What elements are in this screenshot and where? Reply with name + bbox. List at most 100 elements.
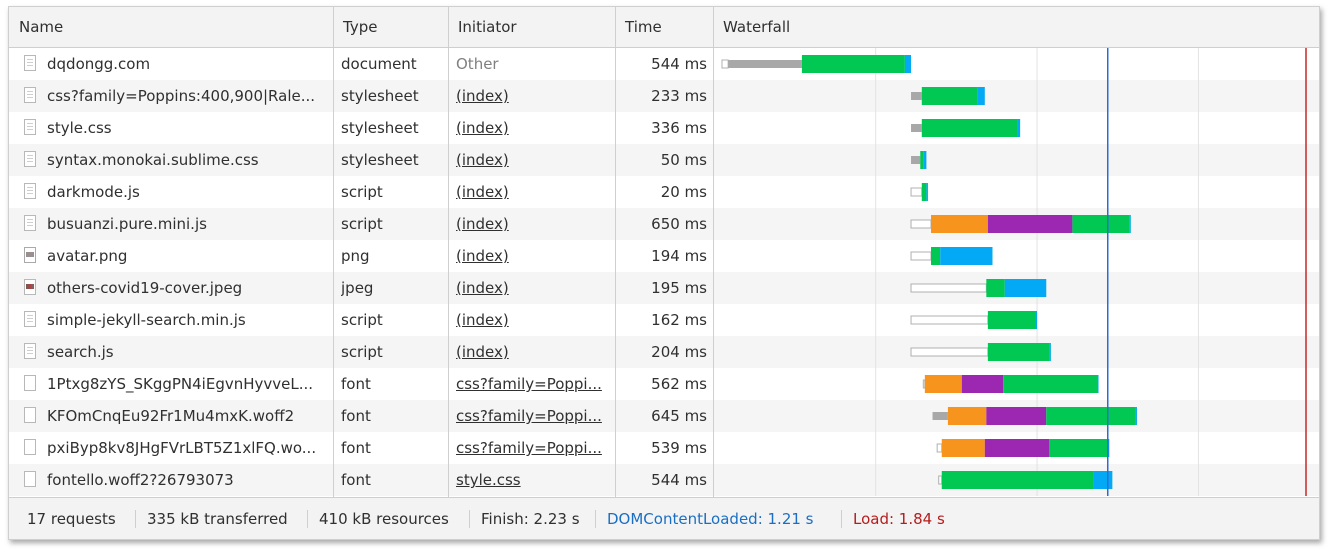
- waterfall-bar-waiting[interactable]: [921, 87, 978, 105]
- waterfall-bar-download[interactable]: [923, 151, 927, 169]
- initiator-link[interactable]: (index): [456, 176, 616, 208]
- request-type: font: [341, 375, 371, 393]
- waterfall-bar-download[interactable]: [904, 55, 912, 73]
- request-name: others-covid19-cover.jpeg: [47, 279, 243, 297]
- waterfall-bar-download[interactable]: [1129, 215, 1131, 233]
- waterfall-bar-download[interactable]: [1035, 311, 1038, 329]
- request-time: 544 ms: [651, 55, 707, 73]
- waterfall-bar-dns[interactable]: [924, 375, 962, 393]
- waterfall-bar-ssl[interactable]: [987, 215, 1073, 233]
- request-name: busuanzi.pure.mini.js: [47, 215, 207, 233]
- column-header-waterfall[interactable]: Waterfall: [713, 7, 1013, 47]
- waterfall-bar-queue[interactable]: [910, 219, 932, 229]
- waterfall-bar-stalled[interactable]: [911, 92, 922, 100]
- waterfall-bar-waiting[interactable]: [920, 151, 924, 169]
- waterfall-bar-download[interactable]: [1049, 343, 1051, 361]
- initiator-link[interactable]: (index): [456, 272, 616, 304]
- blank-icon: [24, 439, 36, 455]
- waterfall-bar-waiting[interactable]: [987, 343, 1050, 361]
- request-type: script: [341, 343, 383, 361]
- column-header-initiator[interactable]: Initiator: [448, 7, 615, 47]
- waterfall-bar-ssl[interactable]: [961, 375, 1004, 393]
- waterfall-bar-queue[interactable]: [936, 443, 943, 453]
- waterfall-bar-queue[interactable]: [910, 315, 989, 325]
- request-type: font: [341, 439, 371, 457]
- request-type: font: [341, 471, 371, 489]
- waterfall-bar-waiting[interactable]: [1003, 375, 1097, 393]
- waterfall-bar-download[interactable]: [1017, 119, 1021, 137]
- waterfall-bar-queue[interactable]: [938, 475, 943, 485]
- transferred-size: 335 kB transferred: [147, 510, 288, 528]
- request-type: document: [341, 55, 417, 73]
- request-time: 539 ms: [651, 439, 707, 457]
- column-header-type[interactable]: Type: [333, 7, 448, 47]
- request-time: 650 ms: [651, 215, 707, 233]
- initiator-link[interactable]: css?family=Poppi...: [456, 400, 616, 432]
- waterfall-bar-stalled[interactable]: [911, 124, 922, 132]
- waterfall-bar-waiting[interactable]: [1049, 439, 1108, 457]
- waterfall-bar-queue[interactable]: [922, 379, 926, 389]
- request-name: style.css: [47, 119, 112, 137]
- column-header-time[interactable]: Time: [615, 7, 713, 47]
- waterfall-bar-dns[interactable]: [941, 439, 985, 457]
- waterfall-bar-waiting[interactable]: [986, 279, 1005, 297]
- waterfall-bar-queue[interactable]: [910, 283, 987, 293]
- initiator-link[interactable]: (index): [456, 336, 616, 368]
- waterfall-bar-waiting[interactable]: [931, 247, 941, 265]
- initiator-link[interactable]: (index): [456, 240, 616, 272]
- waterfall-bar-waiting[interactable]: [941, 471, 1094, 489]
- waterfall-bar-download[interactable]: [926, 183, 928, 201]
- resources-size: 410 kB resources: [319, 510, 449, 528]
- initiator-link[interactable]: (index): [456, 112, 616, 144]
- waterfall-bar-waiting[interactable]: [987, 311, 1036, 329]
- request-time: 544 ms: [651, 471, 707, 489]
- image-icon: [24, 279, 36, 295]
- waterfall-bar-stalled[interactable]: [932, 412, 948, 420]
- initiator-link[interactable]: css?family=Poppi...: [456, 368, 616, 400]
- waterfall-bar-dns[interactable]: [931, 215, 988, 233]
- initiator-link[interactable]: (index): [456, 208, 616, 240]
- waterfall-bar-download[interactable]: [1093, 471, 1113, 489]
- load-time: Load: 1.84 s: [853, 510, 945, 528]
- waterfall-bar-waiting[interactable]: [1072, 215, 1130, 233]
- avatar-icon: [24, 247, 36, 263]
- waterfall-bar-queue[interactable]: [721, 59, 729, 69]
- waterfall-chart: [721, 48, 1307, 496]
- request-type: font: [341, 407, 371, 425]
- request-time: 562 ms: [651, 375, 707, 393]
- initiator-link[interactable]: (index): [456, 144, 616, 176]
- request-time: 233 ms: [651, 87, 707, 105]
- initiator-link[interactable]: (index): [456, 304, 616, 336]
- waterfall-bar-stalled[interactable]: [728, 60, 802, 68]
- column-divider: [448, 7, 449, 497]
- waterfall-bar-waiting[interactable]: [1046, 407, 1136, 425]
- waterfall-bar-waiting[interactable]: [921, 183, 927, 201]
- network-panel: Name Type Initiator Time Waterfall dqdon…: [8, 6, 1320, 540]
- waterfall-bar-ssl[interactable]: [986, 407, 1047, 425]
- blank-icon: [24, 375, 36, 391]
- request-name: KFOmCnqEu92Fr1Mu4mxK.woff2: [47, 407, 295, 425]
- waterfall-bar-download[interactable]: [1135, 407, 1137, 425]
- request-name: pxiByp8kv8JHgFVrLBT5Z1xlFQ.wo...: [47, 439, 317, 457]
- status-divider: [595, 510, 596, 528]
- waterfall-bar-ssl[interactable]: [984, 439, 1050, 457]
- initiator-link[interactable]: (index): [456, 80, 616, 112]
- waterfall-bar-waiting[interactable]: [801, 55, 905, 73]
- initiator-link[interactable]: css?family=Poppi...: [456, 432, 616, 464]
- waterfall-bar-queue[interactable]: [910, 347, 989, 357]
- document-icon: [24, 311, 36, 327]
- waterfall-bar-waiting[interactable]: [921, 119, 1018, 137]
- waterfall-bar-stalled[interactable]: [911, 156, 921, 164]
- document-icon: [24, 87, 36, 103]
- request-time: 204 ms: [651, 343, 707, 361]
- waterfall-bar-download[interactable]: [1004, 279, 1047, 297]
- waterfall-bar-queue[interactable]: [910, 251, 932, 261]
- blank-icon: [24, 471, 36, 487]
- waterfall-bar-queue[interactable]: [910, 187, 923, 197]
- waterfall-bar-download[interactable]: [940, 247, 993, 265]
- waterfall-bar-download[interactable]: [1096, 375, 1099, 393]
- waterfall-bar-dns[interactable]: [947, 407, 987, 425]
- waterfall-bar-download[interactable]: [977, 87, 985, 105]
- initiator-link[interactable]: style.css: [456, 464, 616, 496]
- column-header-name[interactable]: Name: [9, 7, 333, 47]
